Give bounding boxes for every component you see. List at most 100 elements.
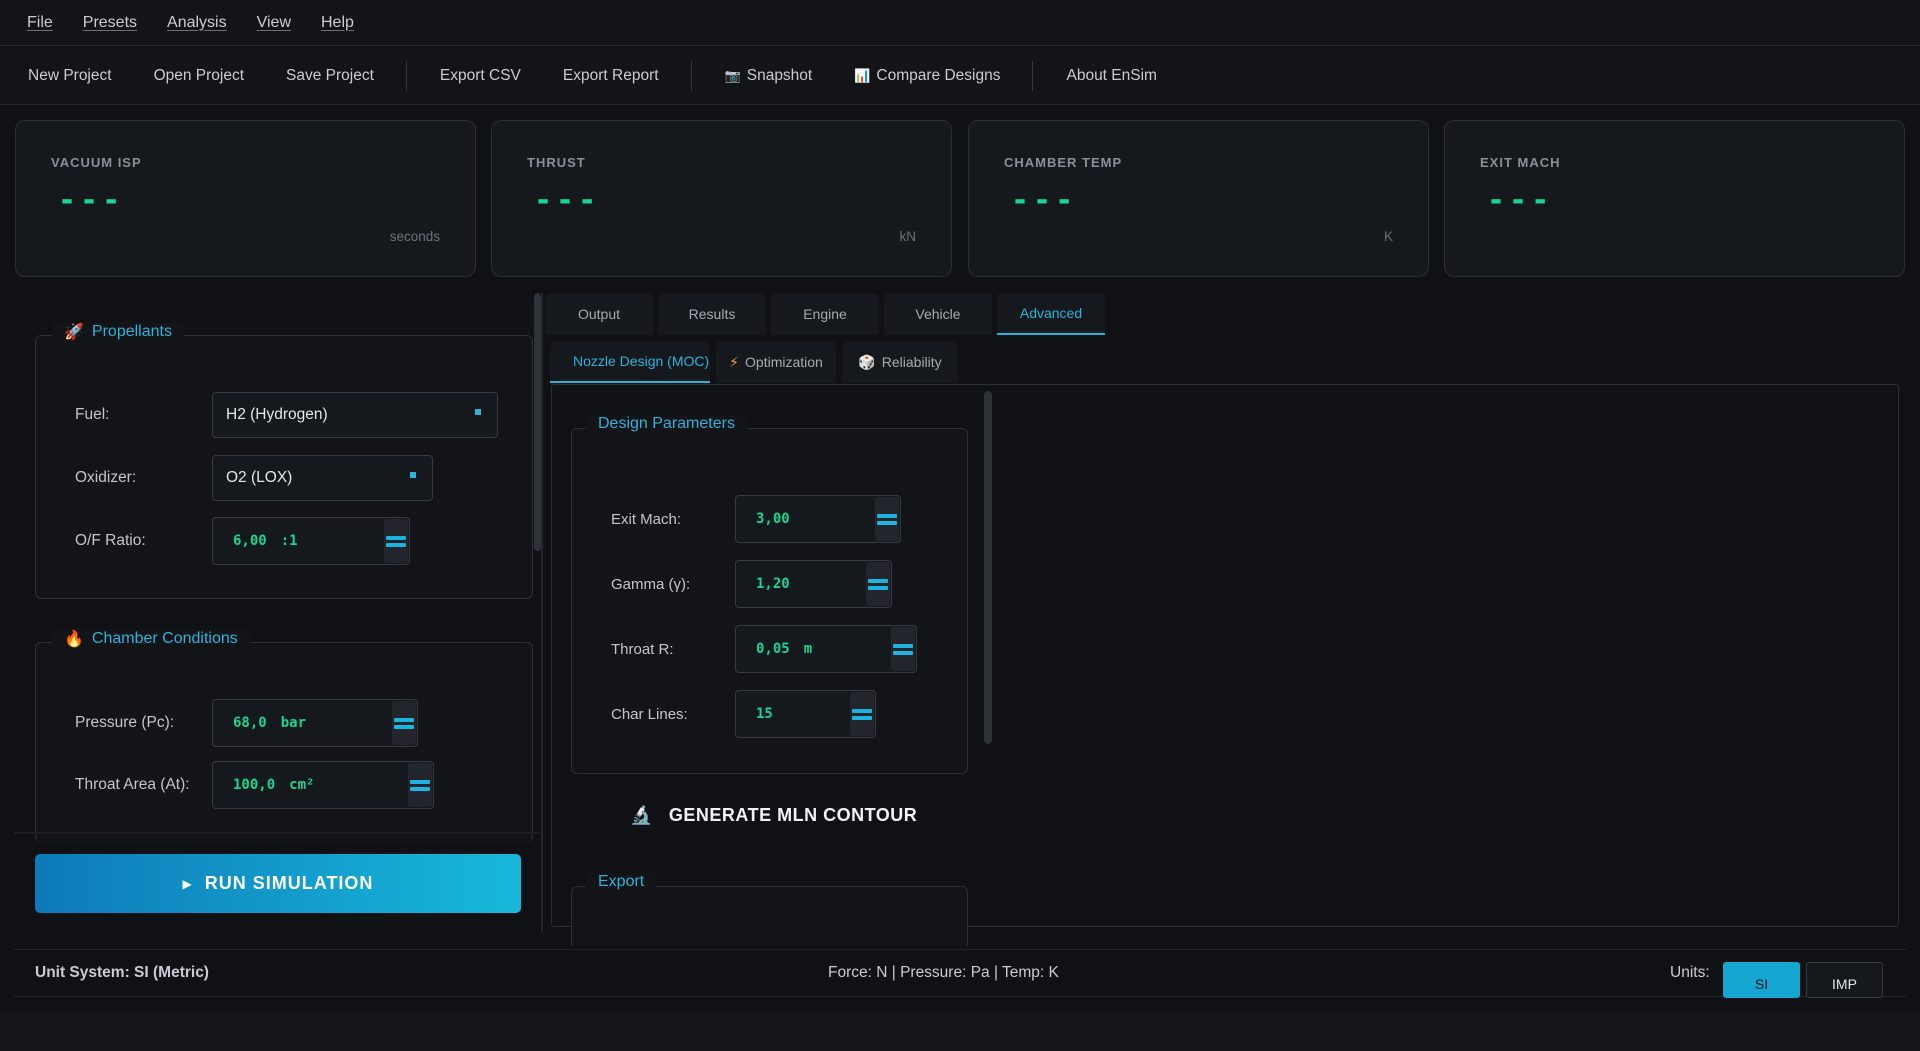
spin-buttons[interactable] [866, 562, 890, 606]
menu-view[interactable]: View [257, 14, 291, 32]
design-parameters-title: Design Parameters [586, 415, 747, 433]
sub-tabs: Nozzle Design (MOC) ⚡ Optimization 🎲 Rel… [550, 341, 964, 383]
throat-area-unit: cm² [289, 777, 315, 793]
generate-mln-contour-button[interactable]: 🔬 GENERATE MLN CONTOUR [630, 805, 917, 826]
si-units-button[interactable]: SI [1723, 962, 1800, 998]
spin-buttons[interactable] [891, 627, 915, 671]
exit-mach-spinbox[interactable]: 3,00 [735, 495, 901, 543]
stat-value: --- [1011, 183, 1078, 218]
units-label: Units: [1670, 964, 1710, 981]
stat-label: VACUUM ISP [51, 155, 142, 170]
pressure-value: 68,0 [233, 715, 267, 731]
of-ratio-spinbox[interactable]: 6,00 :1 [212, 517, 410, 565]
throat-area-spinbox[interactable]: 100,0 cm² [212, 761, 434, 809]
rocket-icon: 🚀 [64, 324, 84, 341]
menu-file[interactable]: File [27, 14, 53, 32]
tab-results[interactable]: Results [658, 293, 766, 335]
throat-r-row: Throat R: 0,05 m [611, 625, 917, 673]
dropdown-arrow-icon [410, 472, 416, 478]
stat-card-vacuum-isp: VACUUM ISP --- seconds [15, 120, 476, 277]
optimization-label: Optimization [745, 354, 823, 370]
oxidizer-label: Oxidizer: [75, 469, 137, 486]
stat-unit: K [1383, 229, 1393, 244]
stat-label: EXIT MACH [1480, 155, 1561, 170]
toolbar-separator [1032, 60, 1034, 91]
dice-icon: 🎲 [858, 353, 876, 370]
run-simulation-label: RUN SIMULATION [204, 873, 374, 893]
menu-bar: File Presets Analysis View Help [0, 0, 1920, 46]
char-lines-spinbox[interactable]: 15 [735, 690, 876, 738]
char-lines-row: Char Lines: 15 [611, 690, 876, 738]
export-csv-button[interactable]: Export CSV [440, 67, 521, 85]
throat-r-spinbox[interactable]: 0,05 m [735, 625, 917, 673]
exit-mach-label: Exit Mach: [611, 510, 682, 528]
fire-icon: 🔥 [64, 631, 84, 648]
stat-label: THRUST [527, 155, 586, 170]
reliability-label: Reliability [881, 354, 942, 370]
menu-analysis[interactable]: Analysis [167, 14, 227, 32]
open-project-button[interactable]: Open Project [154, 67, 244, 85]
imp-units-button[interactable]: IMP [1806, 962, 1883, 998]
run-simulation-button[interactable]: ▶ RUN SIMULATION [35, 854, 521, 913]
snapshot-label: Snapshot [746, 66, 813, 84]
spin-buttons[interactable] [850, 692, 874, 736]
throat-area-label: Throat Area (At): [75, 776, 190, 793]
tab-engine[interactable]: Engine [771, 293, 879, 335]
export-report-button[interactable]: Export Report [563, 67, 659, 85]
stat-card-exit-mach: EXIT MACH --- [1444, 120, 1905, 277]
menu-presets[interactable]: Presets [83, 14, 137, 32]
pressure-spinbox[interactable]: 68,0 bar [212, 699, 418, 747]
pressure-unit: bar [280, 715, 307, 731]
stat-card-chamber-temp: CHAMBER TEMP --- K [968, 120, 1429, 277]
of-ratio-row: O/F Ratio: 6,00 :1 [75, 517, 410, 565]
oxidizer-select[interactable]: O2 (LOX) [212, 455, 433, 501]
stat-value: --- [1487, 183, 1554, 218]
throat-area-value: 100,0 [233, 777, 276, 793]
char-lines-value: 15 [756, 706, 773, 722]
new-project-button[interactable]: New Project [28, 67, 112, 85]
spin-buttons[interactable] [392, 701, 416, 745]
tab-vehicle[interactable]: Vehicle [884, 293, 992, 335]
lightning-icon: ⚡ [729, 353, 740, 370]
snapshot-button[interactable]: 📷 Snapshot [725, 67, 813, 85]
gamma-value: 1,20 [756, 576, 790, 592]
tab-advanced[interactable]: Advanced [997, 293, 1105, 335]
about-button[interactable]: About EnSim [1066, 67, 1156, 85]
of-ratio-unit: :1 [280, 533, 298, 549]
camera-icon: 📷 [724, 67, 741, 83]
unit-system-label: Unit System: SI (Metric) [35, 964, 209, 981]
save-project-button[interactable]: Save Project [286, 67, 374, 85]
chamber-title: 🔥 Chamber Conditions [52, 629, 250, 649]
gamma-label: Gamma (γ): [611, 575, 691, 593]
stat-unit: seconds [389, 229, 440, 244]
spin-buttons[interactable] [875, 497, 899, 541]
chamber-conditions-group: 🔥 Chamber Conditions Pressure (Pc): 68,0… [35, 629, 533, 842]
spin-buttons[interactable] [384, 519, 408, 563]
fuel-select[interactable]: H2 (Hydrogen) [212, 392, 498, 438]
throat-area-row: Throat Area (At): 100,0 cm² [75, 761, 434, 809]
toolbar-separator [405, 60, 407, 91]
subtab-nozzle-design[interactable]: Nozzle Design (MOC) [550, 341, 710, 383]
left-scrollbar[interactable] [534, 293, 541, 551]
gamma-spinbox[interactable]: 1,20 [735, 560, 892, 608]
fuel-value: H2 (Hydrogen) [226, 406, 328, 423]
dropdown-arrow-icon [475, 409, 481, 415]
microscope-icon: 🔬 [630, 805, 653, 825]
oxidizer-value: O2 (LOX) [226, 469, 293, 486]
throat-r-label: Throat R: [611, 640, 674, 658]
char-lines-label: Char Lines: [611, 705, 688, 723]
compare-designs-button[interactable]: 📊 Compare Designs [854, 67, 1000, 85]
subtab-reliability[interactable]: 🎲 Reliability [842, 341, 958, 383]
status-bar: Unit System: SI (Metric) Force: N | Pres… [14, 949, 1906, 998]
pressure-label: Pressure (Pc): [75, 714, 175, 731]
content-scrollbar[interactable] [984, 391, 992, 744]
pressure-row: Pressure (Pc): 68,0 bar [75, 699, 418, 747]
design-parameters-group: Design Parameters Exit Mach: 3,00 Gamma … [571, 415, 968, 774]
propellants-group: 🚀 Propellants Fuel: H2 (Hydrogen) Oxidiz… [35, 322, 533, 599]
subtab-optimization[interactable]: ⚡ Optimization [716, 341, 836, 383]
spin-buttons[interactable] [408, 763, 432, 807]
menu-help[interactable]: Help [321, 14, 354, 32]
tab-output[interactable]: Output [545, 293, 653, 335]
stat-value: --- [58, 183, 125, 218]
export-title: Export [586, 873, 657, 891]
